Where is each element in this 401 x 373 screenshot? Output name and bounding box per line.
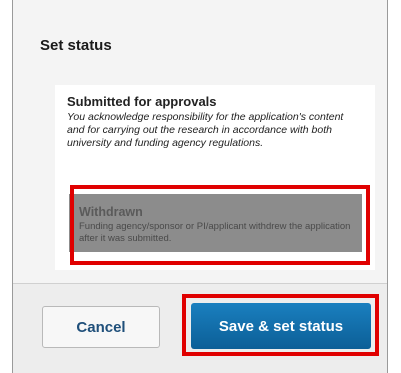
dialog-title: Set status <box>40 37 112 54</box>
cancel-button[interactable]: Cancel <box>42 306 160 348</box>
status-option-submitted[interactable]: Submitted for approvals You acknowledge … <box>55 85 375 158</box>
status-option-title: Submitted for approvals <box>67 94 217 109</box>
save-button-highlight-box <box>182 294 379 356</box>
status-option-description: You acknowledge responsibility for the a… <box>67 111 344 149</box>
withdrawn-highlight-box <box>70 185 370 265</box>
